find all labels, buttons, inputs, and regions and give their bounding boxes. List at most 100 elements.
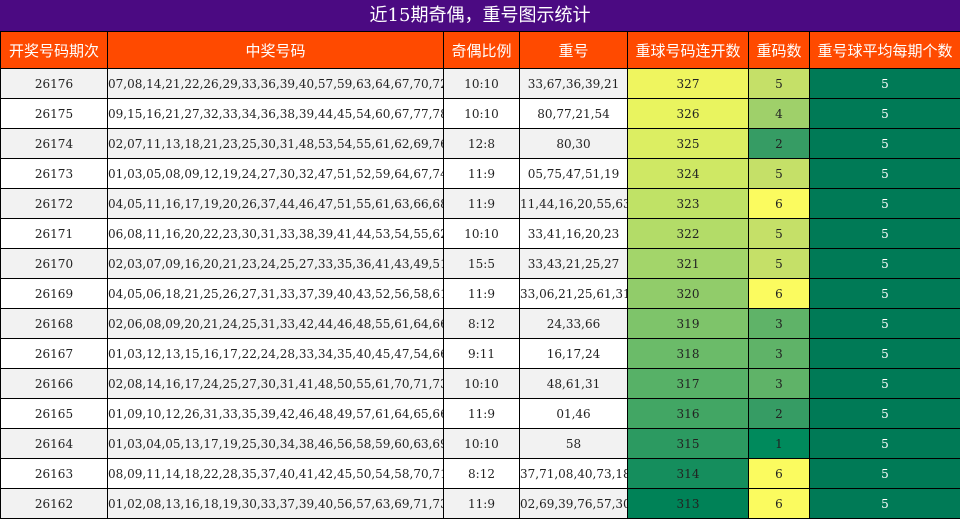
header-row: 开奖号码期次 中奖号码 奇偶比例 重号 重球号码连开数 重码数 重号球平均每期个… [1,32,960,69]
header-odd-even-ratio: 奇偶比例 [444,32,520,69]
cell-average: 5 [810,129,960,159]
cell-winning-numbers: 02,08,14,16,17,24,25,27,30,31,41,48,50,5… [108,369,444,399]
cell-repeat-numbers: 33,67,36,39,21 [520,69,628,99]
cell-streak: 314 [628,459,749,489]
table-row: 2617301,03,05,08,09,12,19,24,27,30,32,47… [1,159,960,189]
cell-streak: 325 [628,129,749,159]
cell-average: 5 [810,489,960,519]
cell-average: 5 [810,249,960,279]
cell-winning-numbers: 01,09,10,12,26,31,33,35,39,42,46,48,49,5… [108,399,444,429]
cell-issue: 26164 [1,429,108,459]
cell-odd-even-ratio: 8:12 [444,459,520,489]
cell-repeat-numbers: 33,06,21,25,61,31 [520,279,628,309]
cell-winning-numbers: 07,08,14,21,22,26,29,33,36,39,40,57,59,6… [108,69,444,99]
table-row: 2616701,03,12,13,15,16,17,22,24,28,33,34… [1,339,960,369]
header-numbers: 中奖号码 [108,32,444,69]
table-row: 2616904,05,06,18,21,25,26,27,31,33,37,39… [1,279,960,309]
cell-odd-even-ratio: 11:9 [444,399,520,429]
cell-issue: 26175 [1,99,108,129]
cell-odd-even-ratio: 11:9 [444,279,520,309]
cell-repeat-count: 4 [749,99,810,129]
cell-repeat-numbers: 11,44,16,20,55,63 [520,189,628,219]
cell-repeat-numbers: 80,30 [520,129,628,159]
cell-repeat-numbers: 58 [520,429,628,459]
cell-odd-even-ratio: 10:10 [444,69,520,99]
cell-odd-even-ratio: 11:9 [444,489,520,519]
cell-odd-even-ratio: 11:9 [444,159,520,189]
cell-issue: 26169 [1,279,108,309]
cell-streak: 322 [628,219,749,249]
cell-winning-numbers: 02,07,11,13,18,21,23,25,30,31,48,53,54,5… [108,129,444,159]
cell-average: 5 [810,279,960,309]
cell-issue: 26166 [1,369,108,399]
table-row: 2616401,03,04,05,13,17,19,25,30,34,38,46… [1,429,960,459]
cell-streak: 323 [628,189,749,219]
cell-streak: 317 [628,369,749,399]
cell-repeat-count: 2 [749,129,810,159]
table-row: 2616802,06,08,09,20,21,24,25,31,33,42,44… [1,309,960,339]
cell-winning-numbers: 01,03,12,13,15,16,17,22,24,28,33,34,35,4… [108,339,444,369]
cell-streak: 326 [628,99,749,129]
table-row: 2617607,08,14,21,22,26,29,33,36,39,40,57… [1,69,960,99]
cell-odd-even-ratio: 12:8 [444,129,520,159]
cell-repeat-count: 5 [749,249,810,279]
cell-average: 5 [810,459,960,489]
cell-streak: 315 [628,429,749,459]
header-streak: 重球号码连开数 [628,32,749,69]
cell-repeat-numbers: 01,46 [520,399,628,429]
cell-issue: 26165 [1,399,108,429]
cell-average: 5 [810,399,960,429]
cell-repeat-count: 6 [749,279,810,309]
cell-average: 5 [810,339,960,369]
cell-repeat-numbers: 16,17,24 [520,339,628,369]
cell-repeat-count: 5 [749,69,810,99]
cell-average: 5 [810,69,960,99]
cell-winning-numbers: 04,05,06,18,21,25,26,27,31,33,37,39,40,4… [108,279,444,309]
cell-winning-numbers: 09,15,16,21,27,32,33,34,36,38,39,44,45,5… [108,99,444,129]
cell-repeat-count: 5 [749,159,810,189]
table-row: 2617002,03,07,09,16,20,21,23,24,25,27,33… [1,249,960,279]
cell-average: 5 [810,159,960,189]
cell-average: 5 [810,429,960,459]
cell-odd-even-ratio: 10:10 [444,99,520,129]
cell-repeat-count: 6 [749,459,810,489]
table-row: 2617204,05,11,16,17,19,20,26,37,44,46,47… [1,189,960,219]
cell-issue: 26172 [1,189,108,219]
cell-streak: 321 [628,249,749,279]
table-row: 2617509,15,16,21,27,32,33,34,36,38,39,44… [1,99,960,129]
cell-repeat-count: 6 [749,489,810,519]
cell-odd-even-ratio: 10:10 [444,429,520,459]
cell-streak: 316 [628,399,749,429]
cell-winning-numbers: 02,03,07,09,16,20,21,23,24,25,27,33,35,3… [108,249,444,279]
cell-odd-even-ratio: 8:12 [444,309,520,339]
cell-issue: 26173 [1,159,108,189]
cell-repeat-count: 1 [749,429,810,459]
cell-streak: 318 [628,339,749,369]
cell-winning-numbers: 08,09,11,14,18,22,28,35,37,40,41,42,45,5… [108,459,444,489]
table-row: 2616201,02,08,13,16,18,19,30,33,37,39,40… [1,489,960,519]
table-row: 2617402,07,11,13,18,21,23,25,30,31,48,53… [1,129,960,159]
cell-issue: 26168 [1,309,108,339]
cell-odd-even-ratio: 10:10 [444,219,520,249]
cell-winning-numbers: 02,06,08,09,20,21,24,25,31,33,42,44,46,4… [108,309,444,339]
cell-winning-numbers: 01,03,04,05,13,17,19,25,30,34,38,46,56,5… [108,429,444,459]
cell-odd-even-ratio: 15:5 [444,249,520,279]
cell-issue: 26170 [1,249,108,279]
cell-repeat-numbers: 80,77,21,54 [520,99,628,129]
cell-repeat-count: 2 [749,399,810,429]
cell-repeat-numbers: 24,33,66 [520,309,628,339]
cell-issue: 26167 [1,339,108,369]
cell-repeat-count: 6 [749,189,810,219]
cell-issue: 26176 [1,69,108,99]
cell-repeat-count: 3 [749,309,810,339]
table-row: 2616501,09,10,12,26,31,33,35,39,42,46,48… [1,399,960,429]
cell-average: 5 [810,189,960,219]
table-row: 2616602,08,14,16,17,24,25,27,30,31,41,48… [1,369,960,399]
cell-winning-numbers: 01,02,08,13,16,18,19,30,33,37,39,40,56,5… [108,489,444,519]
table-row: 2616308,09,11,14,18,22,28,35,37,40,41,42… [1,459,960,489]
header-repeat-numbers: 重号 [520,32,628,69]
cell-repeat-numbers: 37,71,08,40,73,18 [520,459,628,489]
cell-issue: 26171 [1,219,108,249]
header-repeat-count: 重码数 [749,32,810,69]
cell-streak: 327 [628,69,749,99]
